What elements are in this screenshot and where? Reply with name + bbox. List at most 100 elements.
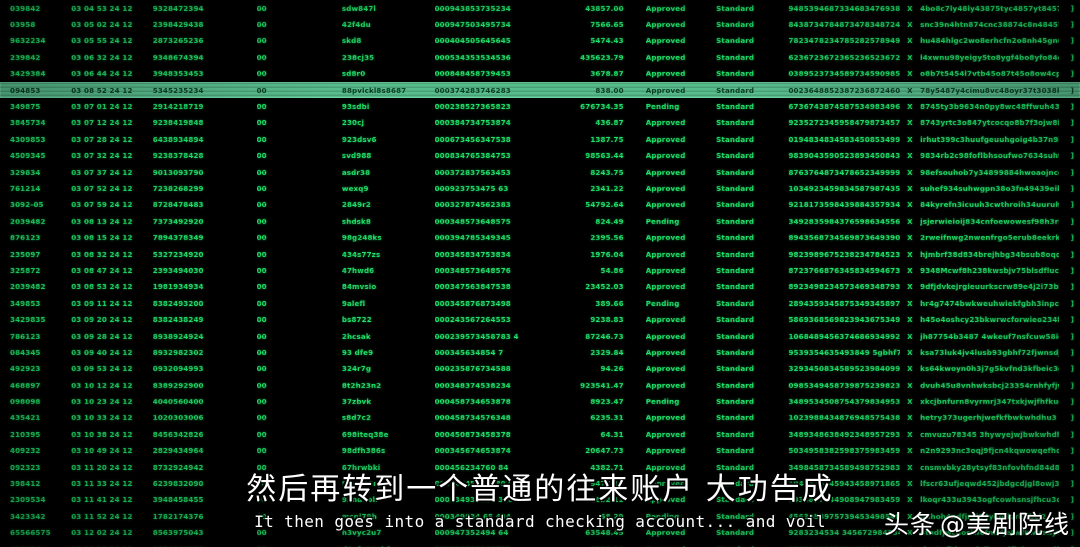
cell-terminator: ] [1070, 495, 1074, 505]
cell-flag: X [907, 69, 913, 79]
cell-reference-code: skd8 [341, 36, 362, 46]
cell-record-id: 349875 [10, 102, 41, 112]
cell-status: Approved [645, 249, 686, 259]
cell-routing-number: 7894378349 [152, 233, 204, 243]
cell-account-number: 000349834 65 434 [434, 511, 512, 521]
table-row[interactable]: 45645403 12 18 24 12637482489300d7nfg24u… [0, 541, 1080, 547]
cell-reference-code: shdsk8 [341, 216, 372, 226]
table-row[interactable]: 349875 03 07 01 24 12 2914218719 00 93sdbi 00… [0, 98, 1080, 114]
cell-timestamp: 03 09 53 24 12 [71, 364, 133, 374]
cell-account-number: 000947503495734 [434, 20, 511, 30]
cell-code: 00 [256, 118, 267, 128]
cell-flag: X [907, 315, 913, 325]
cell-record-id: 235097 [10, 249, 41, 259]
cell-ledger-number: 8923498234573469348793 [788, 282, 900, 292]
cell-amount: 54.86 [600, 265, 624, 275]
table-row[interactable]: 329834 03 07 37 24 12 9013093790 00 asdr38 00… [0, 164, 1080, 180]
cell-tier: Standard [716, 265, 755, 275]
cell-amount: 63548.45 [585, 528, 624, 538]
cell-terminator: ] [1070, 446, 1074, 456]
cell-timestamp: 03 07 37 24 12 [71, 167, 133, 177]
cell-account-number: 000848458739453 [434, 69, 511, 79]
cell-terminator: ] [1070, 413, 1074, 423]
terminal-screen: 039842 03 04 53 24 12 9328472394 00 sdw847l 0… [0, 0, 1080, 547]
table-row[interactable]: 9632234 03 05 55 24 12 2873265236 00 skd8 000… [0, 33, 1080, 49]
table-row[interactable]: 65566575 03 12 02 24 12 8563975043 00 h3vyc2… [0, 525, 1080, 541]
table-row[interactable]: 3092-05 03 07 59 24 12 8728478483 00 2849r2 0… [0, 197, 1080, 213]
cell-reference-code: 434s77zs [341, 249, 381, 259]
transaction-log-table[interactable]: 039842 03 04 53 24 12 9328472394 00 sdw847l 0… [0, 0, 1080, 547]
cell-tier: Standard [716, 429, 755, 439]
cell-ledger-number: 6736743874587534983496 [788, 102, 900, 112]
cell-account-number: 000372837563453 [434, 167, 511, 177]
cell-timestamp: 03 11 33 24 12 [71, 479, 133, 489]
cell-reference-code: bs8722 [341, 315, 372, 325]
cell-hash: jh87754b3487 4wkeuf7nsfcuw58iod [920, 331, 1060, 341]
cell-terminator: ] [1070, 397, 1074, 407]
cell-flag: X [907, 134, 913, 144]
cell-amount: 389.66 [595, 298, 624, 308]
cell-tier: Standard [716, 331, 755, 341]
cell-amount: 923541.47 [580, 380, 624, 390]
table-row[interactable]: 492923 03 09 53 24 12 0932094993 00 324r7g 00… [0, 361, 1080, 377]
table-row[interactable]: 3845734 03 07 12 24 12 9238419848 00 230cj 00… [0, 115, 1080, 131]
cell-code: 00 [256, 380, 267, 390]
cell-routing-number: 7238268299 [152, 183, 204, 193]
cell-status: Approved [645, 183, 686, 193]
cell-account-number: 000374283746283 [434, 85, 511, 95]
cell-ledger-number: 1943876345943458971865 9 [788, 479, 900, 489]
table-row[interactable]: 4509345 03 07 32 24 12 9238378428 00 svd988 0… [0, 148, 1080, 164]
cell-hash: cmvuzu78345 3hywyejwjbwkwhdhu3 [920, 429, 1060, 439]
cell-status: Approved [645, 52, 686, 62]
table-row[interactable]: 3429384 03 06 44 24 12 3948353453 00 sd8r0 00… [0, 66, 1080, 82]
cell-hash: 84kyrefn3icuuh3cwthroih34uuruhrco3 [920, 200, 1060, 210]
cell-amount: 98563.44 [585, 151, 624, 161]
cell-amount: 676734.35 [580, 102, 624, 112]
table-row[interactable]: 084345 03 09 40 24 12 8932982302 00 93 dfe9 0… [0, 344, 1080, 360]
table-row[interactable]: 2039482 03 08 13 24 12 7373492920 00 shdsk8 0… [0, 213, 1080, 229]
table-row[interactable]: 761214 03 07 52 24 12 7238268299 00 wexq9 000… [0, 180, 1080, 196]
cell-record-id: 3845734 [10, 118, 46, 128]
cell-timestamp: 03 08 47 24 12 [71, 265, 133, 275]
cell-tier: Standard [716, 216, 755, 226]
cell-status: Approved [645, 446, 686, 456]
table-row[interactable]: 092323 03 11 20 24 12 8732924942 00 67hrwbki… [0, 459, 1080, 475]
cell-terminator: ] [1070, 200, 1074, 210]
table-row[interactable]: 786123 03 09 28 24 12 8938924924 00 2hcsak 00… [0, 328, 1080, 344]
cell-routing-number: 8938924924 [152, 331, 204, 341]
cell-record-id: 4509345 [10, 151, 46, 161]
cell-flag: X [907, 167, 913, 177]
cell-flag: X [907, 3, 913, 13]
table-row[interactable]: 349853 03 09 11 24 12 8382493200 00 9alefl 00… [0, 295, 1080, 311]
table-row[interactable]: 409232 03 10 49 24 12 2829434964 00 98dfh386… [0, 443, 1080, 459]
table-row[interactable]: 2039482 03 08 53 24 12 1981934934 00 84mvsio… [0, 279, 1080, 295]
table-row[interactable]: 235097 03 08 32 24 12 5327234920 00 434s77zs… [0, 246, 1080, 262]
cell-hash: 4bo8c7ly48ly43875tyc4857yt8457y [920, 3, 1060, 13]
table-row[interactable]: 435421 03 10 33 24 12 1020303006 00 s8d7c2 00… [0, 410, 1080, 426]
table-row[interactable]: 039842 03 04 53 24 12 9328472394 00 sdw847l 0… [0, 0, 1080, 16]
table-row[interactable]: 325872 03 08 47 24 12 2393494030 00 47hwd6 00… [0, 262, 1080, 278]
table-row[interactable]: 210395 03 10 38 24 12 8456342826 00 698iteq3… [0, 426, 1080, 442]
cell-code: 00 [256, 233, 267, 243]
cell-record-id: 039842 [10, 3, 41, 13]
table-row[interactable]: 468897 03 10 12 24 12 8389292900 00 8t2h23n2… [0, 377, 1080, 393]
table-row[interactable]: 2309534 03 11 41 24 12 3948458455 00 93nd3ok… [0, 492, 1080, 508]
table-row[interactable]: 4309853 03 07 28 24 12 6438934894 00 923dsv6… [0, 131, 1080, 147]
table-row[interactable]: 098098 03 10 23 24 12 4040560400 00 37zbvk 00… [0, 393, 1080, 409]
table-row[interactable]: 094853 03 08 52 24 12 5345235234 00 88pvlckl… [0, 81, 1080, 99]
table-row[interactable]: 876123 03 08 15 24 12 7894378349 00 98g248ks… [0, 229, 1080, 245]
cell-record-id: 03958 [10, 20, 36, 30]
cell-record-id: 084345 [10, 347, 41, 357]
cell-reference-code: 9alefl [341, 298, 366, 308]
table-row[interactable]: 3423342 03 11 52 24 12 1782174376 00 mcnj79h… [0, 508, 1080, 524]
table-row[interactable]: 03958 03 05 02 24 12 2398429438 00 42f4du 000… [0, 16, 1080, 32]
cell-status: Approved [645, 364, 686, 374]
cell-amount: 2341.22 [590, 183, 624, 193]
cell-account-number: 000239573458783 4 [434, 331, 519, 341]
cell-status: Approved [645, 69, 686, 79]
table-row[interactable]: 239842 03 06 32 24 12 9348674394 00 238cj35 0… [0, 49, 1080, 65]
cell-reference-code: mcnj79h [341, 511, 377, 521]
table-row[interactable]: 3429835 03 09 20 24 12 8382438249 00 bs8722 0… [0, 311, 1080, 327]
cell-tier: Standard [716, 528, 755, 538]
table-row[interactable]: 398412 03 11 33 24 12 6239832090 00 98wc42nj… [0, 475, 1080, 491]
